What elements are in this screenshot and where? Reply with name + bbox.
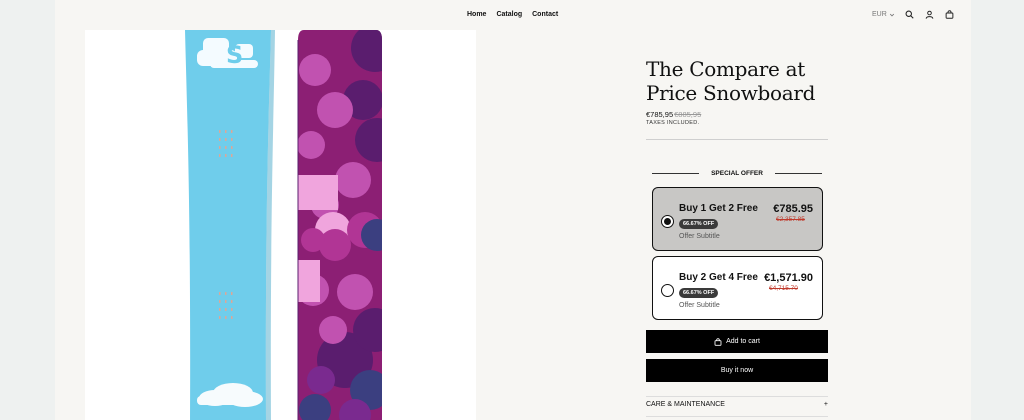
page: Home Catalog Contact EUR S The Compare a… bbox=[55, 0, 971, 420]
care-accordion[interactable]: CARE & MAINTENANCE + bbox=[646, 401, 828, 408]
buy-now-button[interactable]: Buy it now bbox=[646, 359, 828, 382]
price-row: €785,95€885,95 bbox=[646, 110, 701, 119]
svg-text:S: S bbox=[226, 41, 243, 69]
divider-left bbox=[652, 173, 700, 174]
radio-selected-dot bbox=[663, 217, 671, 225]
divider bbox=[646, 139, 828, 140]
buy-now-label: Buy it now bbox=[720, 367, 754, 374]
header-actions: EUR bbox=[872, 9, 955, 20]
offer-subtitle: Offer Subtitle bbox=[679, 302, 720, 309]
offer-compare-price: €2,357.85 bbox=[776, 216, 805, 223]
offer-radio-1[interactable] bbox=[661, 215, 674, 228]
offer-title: Buy 2 Get 4 Free bbox=[679, 272, 758, 283]
special-offer-label: SPECIAL OFFER bbox=[711, 170, 763, 177]
currency-label: EUR bbox=[872, 11, 887, 18]
nav-home[interactable]: Home bbox=[467, 11, 486, 18]
plus-icon: + bbox=[823, 401, 828, 408]
discount-badge: 66.67% OFF bbox=[679, 288, 719, 298]
offer-compare-price: €4,715.70 bbox=[769, 285, 798, 292]
offer-title: Buy 1 Get 2 Free bbox=[679, 203, 758, 214]
accordion-divider-top bbox=[646, 396, 828, 397]
offer-radio-2[interactable] bbox=[661, 284, 674, 297]
offer-card-1[interactable]: Buy 1 Get 2 Free 66.67% OFF Offer Subtit… bbox=[652, 187, 823, 251]
main-nav: Home Catalog Contact bbox=[467, 11, 558, 18]
add-to-cart-button[interactable]: Add to cart bbox=[646, 330, 828, 353]
chevron-down-icon bbox=[889, 13, 894, 17]
product-compare-price: €885,95 bbox=[674, 110, 702, 119]
offer-price: €1,571.90 bbox=[764, 272, 813, 284]
search-icon[interactable] bbox=[904, 9, 915, 20]
nav-catalog[interactable]: Catalog bbox=[496, 11, 522, 18]
add-to-cart-label: Add to cart bbox=[726, 338, 760, 345]
product-image[interactable]: S bbox=[85, 30, 476, 420]
accordion-divider-bottom bbox=[646, 416, 828, 417]
currency-selector[interactable]: EUR bbox=[872, 11, 895, 18]
cart-add-icon bbox=[714, 337, 722, 346]
offer-card-2[interactable]: Buy 2 Get 4 Free 66.67% OFF Offer Subtit… bbox=[652, 256, 823, 320]
taxes-note: TAXES INCLUDED. bbox=[646, 120, 700, 126]
snowboards-image: S bbox=[185, 30, 382, 420]
discount-badge: 66.67% OFF bbox=[679, 219, 719, 229]
care-accordion-label: CARE & MAINTENANCE bbox=[646, 401, 725, 408]
cart-icon[interactable] bbox=[944, 9, 955, 20]
account-icon[interactable] bbox=[924, 9, 935, 20]
offer-price: €785.95 bbox=[773, 203, 813, 215]
offer-subtitle: Offer Subtitle bbox=[679, 233, 720, 240]
divider-right bbox=[774, 173, 823, 174]
nav-contact[interactable]: Contact bbox=[532, 11, 558, 18]
product-title: The Compare at Price Snowboard bbox=[646, 57, 816, 105]
special-offer-heading: SPECIAL OFFER bbox=[646, 170, 828, 177]
product-price: €785,95 bbox=[646, 110, 674, 119]
